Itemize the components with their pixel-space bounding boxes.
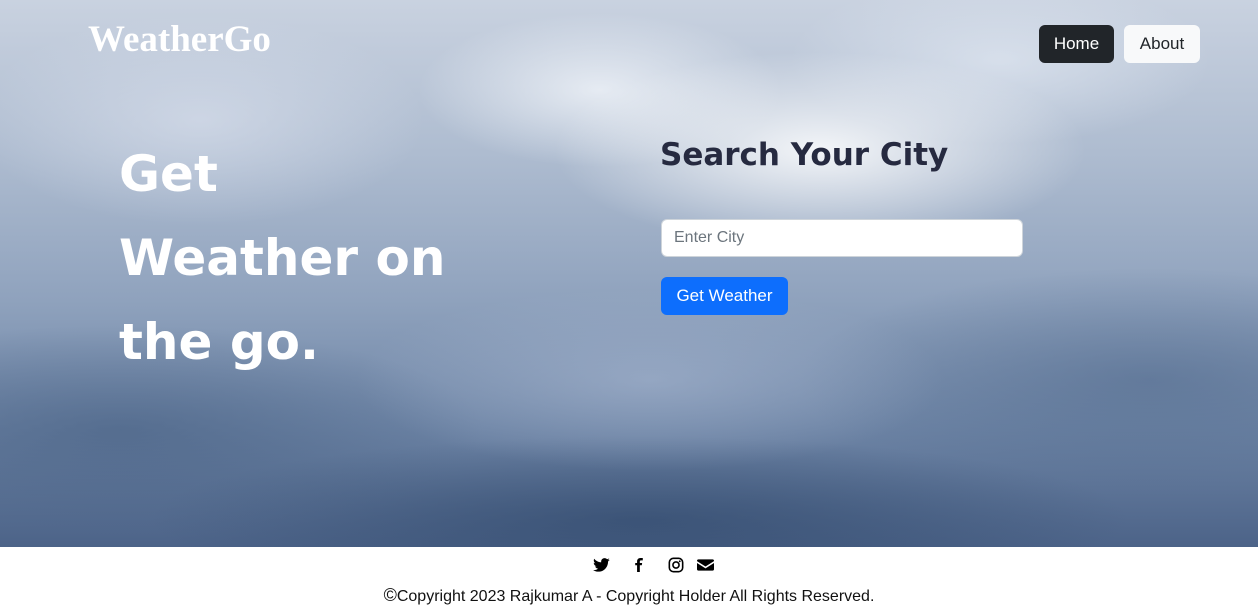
tagline-line: Weather on — [119, 229, 446, 287]
copyright-text: ©Copyright 2023 Rajkumar A - Copyright H… — [0, 585, 1258, 606]
copyright-symbol: © — [383, 585, 397, 605]
get-weather-button[interactable]: Get Weather — [661, 277, 788, 315]
instagram-icon[interactable] — [668, 556, 684, 574]
nav-about-button[interactable]: About — [1124, 25, 1200, 63]
twitter-icon[interactable] — [593, 556, 610, 574]
tagline-line: Get — [119, 145, 218, 203]
tagline-line: the go. — [119, 313, 319, 371]
hero-section: WeatherGo Home About Get Weather on the … — [0, 0, 1258, 547]
city-search-input[interactable] — [661, 219, 1023, 257]
hero-tagline: Get Weather on the go. — [119, 132, 539, 384]
copyright-label: Copyright 2023 Rajkumar A - Copyright Ho… — [396, 588, 875, 605]
facebook-icon[interactable] — [632, 556, 646, 574]
footer: ©Copyright 2023 Rajkumar A - Copyright H… — [0, 547, 1258, 606]
search-title: Search Your City — [660, 137, 949, 173]
brand-logo[interactable]: WeatherGo — [88, 18, 271, 61]
nav-home-button[interactable]: Home — [1039, 25, 1114, 63]
envelope-icon[interactable] — [697, 556, 714, 574]
social-links — [0, 556, 1258, 574]
